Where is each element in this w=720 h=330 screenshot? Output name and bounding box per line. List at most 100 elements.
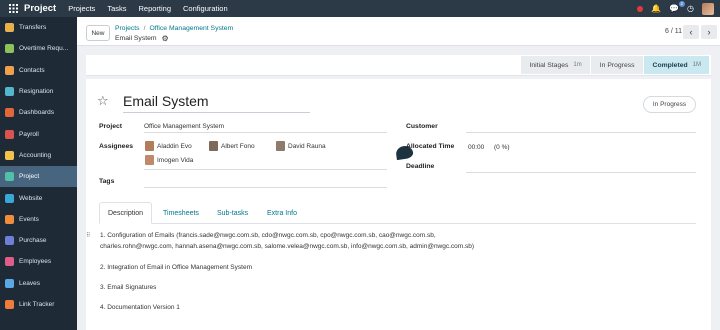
tab-extra-info[interactable]: Extra Info [259,202,305,224]
sidebar-item-project[interactable]: Project [0,166,77,188]
menu-configuration[interactable]: Configuration [183,4,228,13]
pager-previous-button[interactable]: ‹ [683,25,699,39]
app-name[interactable]: Project [24,3,56,14]
description-line: 4. Documentation Version 1 [100,304,180,311]
sidebar-item-label: Employees [19,258,52,266]
tab-sub-tasks[interactable]: Sub-tasks [209,202,256,224]
sidebar-item-label: Payroll [19,130,39,138]
assignee-tag[interactable]: David Rauna [276,141,326,151]
sidebar-item-accounting[interactable]: Accounting [0,145,77,166]
sidebar-item-events[interactable]: Events [0,209,77,230]
menu-reporting[interactable]: Reporting [138,4,171,13]
description-line: 2. Integration of Email in Office Manage… [100,264,252,271]
bell-icon[interactable]: 🔔 [651,4,661,13]
new-button[interactable]: New [86,25,110,41]
sidebar-item-leaves[interactable]: Leaves [0,273,77,294]
gear-icon[interactable]: ⚙ [162,34,169,43]
sidebar-item-purchase[interactable]: Purchase [0,230,77,251]
sidebar-item-website[interactable]: Website [0,187,77,208]
chat-icon[interactable]: 💬 2 [669,0,686,13]
assignee-tag[interactable]: Albert Fono [209,141,255,151]
sidebar-item-label: Accounting [19,151,52,159]
systray: 🔔 💬 2 ◷ [637,0,720,17]
app-icon [5,150,14,160]
stage-initial-stages[interactable]: Initial Stages 1m [520,56,591,74]
assignee-tag[interactable]: Imogen Vida [145,155,193,165]
assignee-name: Imogen Vida [157,156,194,164]
avatar [145,155,154,165]
assignee-tag[interactable]: Aladdin Evo [145,141,192,151]
app-icon [5,172,14,182]
pager-value[interactable]: 6 / 11 [665,28,682,35]
sidebar-item-label: Purchase [19,237,47,245]
stage-label: Initial Stages [529,61,569,69]
customer-label: Customer [406,123,438,130]
sidebar-item-contacts[interactable]: Contacts [0,60,77,81]
description-line: charles.rohn@nwgc.com, hannah.asena@nwgc… [100,243,475,250]
sidebar-item-label: Leaves [19,279,40,287]
sidebar-item-label: Events [19,215,39,223]
allocated-time-field[interactable]: 00:00 [468,144,484,151]
sidebar-item-label: Overtime Requ... [19,45,69,53]
breadcrumb-projects[interactable]: Projects [115,25,140,32]
avatar[interactable] [702,2,714,15]
tags-field[interactable] [144,187,387,188]
deadline-field[interactable] [466,172,696,173]
app-icon [5,257,14,267]
assignee-name: Albert Fono [221,142,255,150]
tab-description[interactable]: Description [99,202,153,224]
tab-timesheets[interactable]: Timesheets [155,202,207,224]
clock-icon[interactable]: ◷ [687,4,694,13]
stage-label: Completed [652,61,688,69]
assignee-name: Aladdin Evo [157,142,192,150]
drag-handle-icon[interactable]: ⠿ [86,232,90,239]
sidebar-item-dashboards[interactable]: Dashboards [0,102,77,123]
menu-projects[interactable]: Projects [68,4,95,13]
status-dot-icon [637,5,644,12]
description-line: 1. Configuration of Emails (francis.sade… [100,232,436,239]
deadline-label: Deadline [406,163,435,170]
stage-label: In Progress [599,61,635,69]
app-icon [5,23,14,33]
status-button[interactable]: In Progress [643,96,696,113]
sidebar-item-link-tracker[interactable]: Link Tracker [0,294,77,315]
project-field[interactable]: Office Management System [144,123,224,130]
breadcrumb-current-row: Email System ⚙ [115,34,169,43]
allocated-time-label: Allocated Time [406,143,455,150]
star-icon[interactable]: ☆ [97,93,109,109]
breadcrumb: Projects / Office Management System [115,25,233,32]
sidebar-item-transfers[interactable]: Transfers [0,17,77,38]
sidebar-item-overtime-requ[interactable]: Overtime Requ... [0,38,77,59]
app-icon [5,129,14,139]
assignees-label: Assignees [99,143,134,150]
menu-tasks[interactable]: Tasks [107,4,126,13]
tags-label: Tags [99,178,115,185]
project-underline [144,132,387,133]
sidebar-item-employees[interactable]: Employees [0,251,77,272]
stage-pipeline: Initial Stages 1m In Progress Completed 1M [520,56,710,74]
stage-duration: 1M [692,62,701,68]
apps-grid-icon[interactable] [6,0,20,17]
sidebar-item-payroll[interactable]: Payroll [0,123,77,144]
stage-completed[interactable]: Completed 1M [643,56,710,74]
description-line: 3. Email Signatures [100,284,157,291]
stage-in-progress[interactable]: In Progress [590,56,644,74]
form-sheet: ☆ Email System In Progress Project Offic… [86,79,711,330]
sidebar-item-label: Resignation [19,88,54,96]
project-label: Project [99,123,123,130]
breadcrumb-project[interactable]: Office Management System [149,25,233,32]
task-title-input[interactable]: Email System [123,93,310,113]
assignees-underline [144,169,387,170]
sidebar-item-label: Website [19,194,43,202]
sidebar-item-label: Transfers [19,24,47,32]
avatar [145,141,154,151]
sidebar-item-label: Dashboards [19,109,55,117]
pager-next-button[interactable]: › [701,25,717,39]
assignee-name: David Rauna [288,142,326,150]
sidebar-item-label: Contacts [19,66,45,74]
app-icon [5,236,14,246]
sidebar-item-resignation[interactable]: Resignation [0,81,77,102]
customer-field[interactable] [466,132,696,133]
allocated-time-percent: (0 %) [494,144,510,151]
avatar [276,141,285,151]
